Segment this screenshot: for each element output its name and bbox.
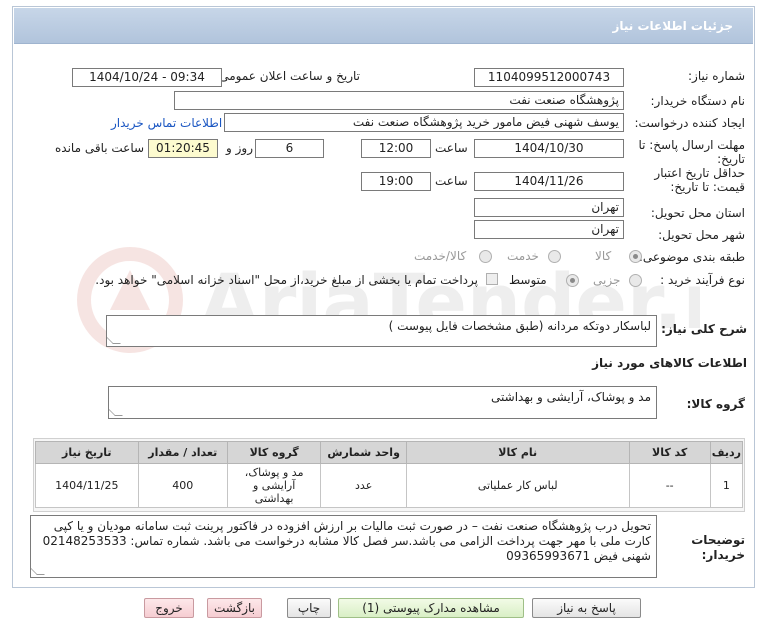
treasury-checkbox[interactable] [486, 273, 498, 285]
col-header-qty: تعداد / مقدار [137, 441, 228, 464]
description-text: لباسکار دوتکه مردانه (طبق مشخصات فایل پی… [388, 319, 651, 333]
exit-button[interactable]: خروج [144, 598, 194, 618]
category-radio-goods[interactable] [629, 250, 642, 263]
category-option-goods: کالا [595, 249, 612, 263]
deadline-time-field[interactable]: 12:00 [361, 139, 431, 158]
goods-info-title: اطلاعات کالاهای مورد نیاز [592, 356, 747, 370]
resize-handle[interactable] [107, 336, 121, 344]
province-label: استان محل تحویل: [650, 206, 745, 220]
goods-group-textarea[interactable]: مد و پوشاک، آرایشی و بهداشتی [108, 386, 657, 419]
cell-qty: 400 [137, 463, 228, 508]
print-button[interactable]: چاپ [287, 598, 331, 618]
col-header-name: نام کالا [405, 441, 630, 464]
deadline-hour-label: ساعت [435, 141, 468, 155]
validity-date-field[interactable]: 1404/11/26 [474, 172, 624, 191]
goods-group-label: گروه کالا: [686, 397, 745, 411]
need-number-field[interactable]: 1104099512000743 [474, 68, 624, 87]
col-header-date: تاریخ نیاز [35, 441, 139, 464]
back-button[interactable]: بازگشت [207, 598, 262, 618]
creator-label: ایجاد کننده درخواست: [634, 116, 745, 130]
announce-label: تاریخ و ساعت اعلان عمومی: [215, 69, 360, 83]
buyer-notes-label-2: خریدار: [701, 548, 745, 562]
cell-code: -- [628, 463, 711, 508]
remaining-time-field: 01:20:45 [148, 139, 218, 158]
col-header-code: کد کالا [628, 441, 711, 464]
buyer-org-label: نام دستگاه خریدار: [650, 94, 746, 108]
col-header-row: ردیف [709, 441, 744, 464]
category-label: طبقه بندی موضوعی: [638, 250, 745, 264]
resize-handle[interactable] [109, 408, 123, 416]
category-radio-both[interactable] [479, 250, 492, 263]
buyer-notes-label: توضیحات [691, 533, 745, 547]
description-textarea[interactable]: لباسکار دوتکه مردانه (طبق مشخصات فایل پی… [106, 315, 657, 347]
deadline-label-2: تاریخ: [717, 152, 745, 166]
category-radio-service[interactable] [548, 250, 561, 263]
buyer-notes-text: تحویل درب پژوهشگاه صنعت نفت – در صورت ثب… [42, 519, 651, 563]
category-option-both: کالا/خدمت [414, 249, 467, 263]
process-radio-minor[interactable] [629, 274, 642, 287]
contact-info-link[interactable]: اطلاعات تماس خریدار [111, 116, 222, 130]
deadline-label: مهلت ارسال پاسخ: تا [638, 138, 745, 152]
cell-row: 1 [709, 463, 744, 508]
items-table: ردیف کد کالا نام کالا واحد شمارش گروه کا… [35, 441, 744, 508]
days-label: روز و [226, 141, 253, 155]
process-label: نوع فرآیند خرید : [660, 273, 745, 287]
cell-unit: عدد [320, 463, 407, 508]
page-title: جزئیات اطلاعات نیاز [612, 19, 733, 33]
creator-field[interactable]: یوسف شهنی فیض مامور خرید پژوهشگاه صنعت ن… [224, 113, 624, 132]
reply-button[interactable]: پاسخ به نیاز [532, 598, 641, 618]
category-option-service: خدمت [507, 249, 539, 263]
payment-note: پرداخت تمام یا بخشی از مبلغ خرید،از محل … [95, 273, 478, 287]
table-row[interactable]: 1 -- لباس کار عملیاتی عدد مد و پوشاک، آر… [35, 463, 744, 508]
process-option-medium: متوسط [509, 273, 547, 287]
table-header-row: ردیف کد کالا نام کالا واحد شمارش گروه کا… [35, 441, 744, 464]
validity-label-2: قیمت: تا تاریخ: [670, 180, 745, 194]
city-label: شهر محل تحویل: [658, 228, 745, 242]
province-field[interactable]: تهران [474, 198, 624, 217]
days-field[interactable]: 6 [255, 139, 324, 158]
process-radio-medium[interactable] [566, 274, 579, 287]
validity-label: حداقل تاریخ اعتبار [654, 166, 745, 180]
resize-handle[interactable] [31, 567, 45, 575]
city-field[interactable]: تهران [474, 220, 624, 239]
cell-name: لباس کار عملیاتی [405, 463, 630, 508]
buyer-notes-textarea[interactable]: تحویل درب پژوهشگاه صنعت نفت – در صورت ثب… [30, 515, 657, 578]
goods-group-text: مد و پوشاک، آرایشی و بهداشتی [491, 390, 651, 404]
col-header-group: گروه کالا [226, 441, 322, 464]
cell-group: مد و پوشاک، آرایشی و بهداشتی [226, 463, 322, 508]
view-attachments-button[interactable]: مشاهده مدارک پیوستی (1) [338, 598, 524, 618]
description-label: شرح کلی نیاز: [661, 322, 747, 336]
col-header-unit: واحد شمارش [320, 441, 407, 464]
remaining-label: ساعت باقی مانده [55, 141, 145, 155]
cell-date: 1404/11/25 [35, 463, 139, 508]
need-number-label: شماره نیاز: [688, 69, 745, 83]
validity-time-field[interactable]: 19:00 [361, 172, 431, 191]
buyer-org-field[interactable]: پژوهشگاه صنعت نفت [174, 91, 624, 110]
process-option-minor: جزیی [593, 273, 621, 287]
announce-field[interactable]: 1404/10/24 - 09:34 [72, 68, 222, 87]
validity-hour-label: ساعت [435, 174, 468, 188]
deadline-date-field[interactable]: 1404/10/30 [474, 139, 624, 158]
